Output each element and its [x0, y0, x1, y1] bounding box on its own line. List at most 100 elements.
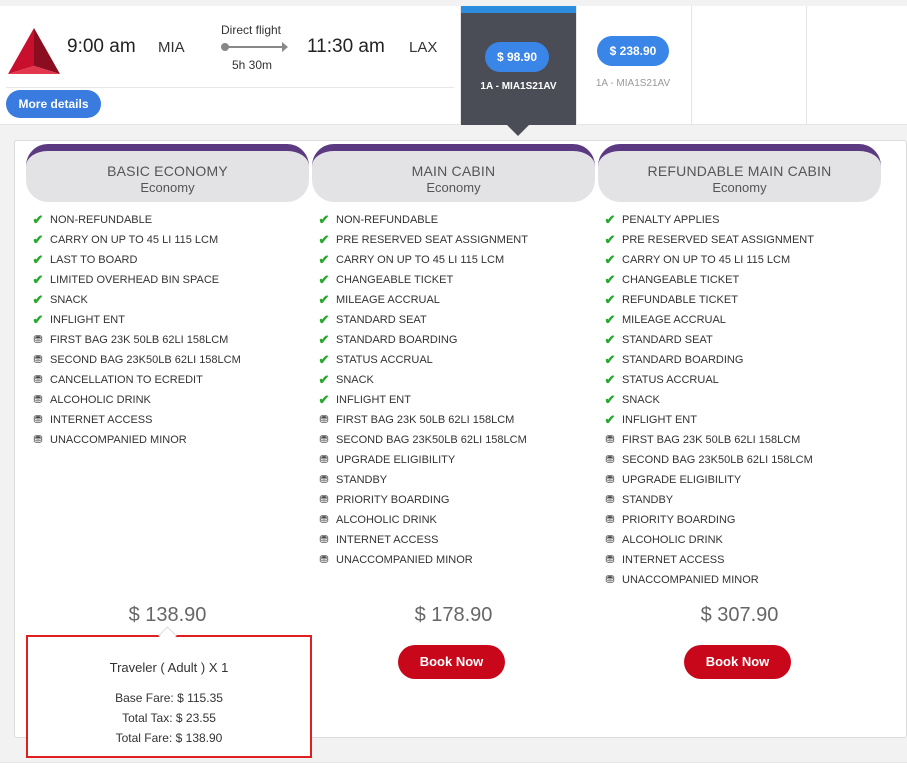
- fare-feature: ⛃ INTERNET ACCESS: [317, 530, 528, 550]
- fare-feature-label: REFUNDABLE TICKET: [622, 294, 738, 306]
- fare-feature: ✔ MILEAGE ACCRUAL: [317, 290, 528, 310]
- check-icon: ✔: [604, 232, 616, 247]
- book-now-button[interactable]: Book Now: [684, 645, 791, 679]
- fare-feature-label: PENALTY APPLIES: [622, 214, 720, 226]
- fare-feature: ✔ NON-REFUNDABLE: [317, 210, 528, 230]
- divider: [691, 6, 692, 125]
- fare-feature: ⛃ FIRST BAG 23K 50LB 62LI 158LCM: [603, 430, 814, 450]
- fare-feature: ✔ STANDARD BOARDING: [603, 350, 814, 370]
- check-icon: ✔: [604, 272, 616, 287]
- money-icon: ⛃: [319, 434, 329, 446]
- check-icon: ✔: [318, 212, 330, 227]
- fare-feature: ⛃ CANCELLATION TO ECREDIT: [31, 370, 241, 390]
- fare-feature-label: ALCOHOLIC DRINK: [50, 394, 151, 406]
- fare-feature: ✔ STANDARD SEAT: [317, 310, 528, 330]
- fare-column-selected[interactable]: $ 98.90 1A - MIA1S21AV: [461, 6, 576, 136]
- flight-duration: 5h 30m: [232, 58, 273, 72]
- check-icon: ✔: [32, 212, 44, 227]
- fare-features-main-cabin: ✔ NON-REFUNDABLE ✔ PRE RESERVED SEAT ASSIGN…: [317, 210, 528, 570]
- fare-feature-label: MILEAGE ACCRUAL: [336, 294, 440, 306]
- fare-feature: ✔ NON-REFUNDABLE: [31, 210, 241, 230]
- fare-feature-label: INFLIGHT ENT: [336, 394, 411, 406]
- fare-feature: ✔ CHANGEABLE TICKET: [317, 270, 528, 290]
- fare-feature-label: UNACCOMPANIED MINOR: [336, 554, 473, 566]
- fare-feature-label: INTERNET ACCESS: [336, 534, 439, 546]
- fare-feature-label: CARRY ON UP TO 45 LI 115 LCM: [336, 254, 505, 266]
- check-icon: ✔: [604, 212, 616, 227]
- fare-feature-label: STATUS ACCRUAL: [622, 374, 719, 386]
- check-icon: ✔: [318, 392, 330, 407]
- fare-feature-label: UPGRADE ELIGIBILITY: [622, 474, 742, 486]
- fare-total-price: $ 307.90: [700, 604, 779, 626]
- fare-feature-label: STANDARD SEAT: [336, 314, 427, 326]
- fare-price-pill[interactable]: $ 238.90: [597, 36, 669, 66]
- fare-tab-main-cabin: MAIN CABIN Economy: [312, 144, 595, 202]
- fare-feature: ✔ PENALTY APPLIES: [603, 210, 814, 230]
- money-icon: ⛃: [33, 354, 43, 366]
- fare-feature: ⛃ UNACCOMPANIED MINOR: [317, 550, 528, 570]
- check-icon: ✔: [32, 272, 44, 287]
- fare-feature: ✔ LAST TO BOARD: [31, 250, 241, 270]
- fare-feature: ⛃ UNACCOMPANIED MINOR: [603, 570, 814, 590]
- fare-cabin: Economy: [426, 180, 481, 195]
- fare-feature-label: UNACCOMPANIED MINOR: [50, 434, 187, 446]
- fare-feature: ⛃ SECOND BAG 23K50LB 62LI 158LCM: [603, 450, 814, 470]
- fare-feature-label: PRIORITY BOARDING: [336, 494, 450, 506]
- fare-feature-label: UPGRADE ELIGIBILITY: [336, 454, 456, 466]
- fare-feature: ✔ LIMITED OVERHEAD BIN SPACE: [31, 270, 241, 290]
- money-icon: ⛃: [33, 374, 43, 386]
- divider: [806, 6, 807, 125]
- check-icon: ✔: [604, 412, 616, 427]
- flight-summary-row: 9:00 am MIA Direct flight 5h 30m 11:30 a…: [0, 6, 907, 136]
- fare-feature: ✔ CARRY ON UP TO 45 LI 115 LCM: [317, 250, 528, 270]
- route-arrow-icon: [221, 42, 288, 52]
- fare-feature-label: FIRST BAG 23K 50LB 62LI 158LCM: [336, 414, 515, 426]
- fare-feature-label: SECOND BAG 23K50LB 62LI 158LCM: [50, 354, 241, 366]
- fare-feature: ⛃ UPGRADE ELIGIBILITY: [603, 470, 814, 490]
- fare-price-pill[interactable]: $ 98.90: [485, 42, 549, 72]
- fare-feature-label: CARRY ON UP TO 45 LI 115 LCM: [622, 254, 791, 266]
- fare-feature: ⛃ PRIORITY BOARDING: [603, 510, 814, 530]
- fare-feature-label: LIMITED OVERHEAD BIN SPACE: [50, 274, 220, 286]
- departure-time: 9:00 am: [67, 36, 136, 57]
- fare-feature-label: FIRST BAG 23K 50LB 62LI 158LCM: [50, 334, 229, 346]
- fare-feature-label: SECOND BAG 23K50LB 62LI 158LCM: [622, 454, 813, 466]
- money-icon: ⛃: [605, 454, 615, 466]
- total-fare: Total Fare: $ 138.90: [115, 731, 223, 745]
- fare-total-price[interactable]: $ 138.90: [26, 604, 309, 627]
- money-icon: ⛃: [605, 514, 615, 526]
- fare-feature: ✔ PRE RESERVED SEAT ASSIGNMENT: [317, 230, 528, 250]
- fare-feature-label: NON-REFUNDABLE: [336, 214, 439, 226]
- total-tax: Total Tax: $ 23.55: [122, 711, 216, 725]
- fare-cabin: Economy: [712, 180, 767, 195]
- next-result-row: [0, 762, 907, 773]
- divider: [6, 87, 454, 88]
- more-details-button[interactable]: More details: [6, 90, 101, 118]
- money-icon: ⛃: [319, 554, 329, 566]
- fare-feature: ⛃ FIRST BAG 23K 50LB 62LI 158LCM: [31, 330, 241, 350]
- fare-feature: ⛃ ALCOHOLIC DRINK: [603, 530, 814, 550]
- check-icon: ✔: [318, 252, 330, 267]
- money-icon: ⛃: [605, 534, 615, 546]
- fare-feature: ⛃ INTERNET ACCESS: [603, 550, 814, 570]
- fare-feature: ✔ SNACK: [603, 390, 814, 410]
- check-icon: ✔: [318, 332, 330, 347]
- fare-feature: ⛃ SECOND BAG 23K50LB 62LI 158LCM: [31, 350, 241, 370]
- fare-feature-label: FIRST BAG 23K 50LB 62LI 158LCM: [622, 434, 801, 446]
- fare-feature-label: PRE RESERVED SEAT ASSIGNMENT: [622, 234, 814, 246]
- fare-feature: ⛃ SECOND BAG 23K50LB 62LI 158LCM: [317, 430, 528, 450]
- money-icon: ⛃: [33, 334, 43, 346]
- fare-feature: ✔ STANDARD SEAT: [603, 330, 814, 350]
- fare-code: 1A - MIA1S21AV: [480, 81, 557, 92]
- check-icon: ✔: [32, 252, 44, 267]
- book-now-button[interactable]: Book Now: [398, 645, 505, 679]
- base-fare: Base Fare: $ 115.35: [115, 691, 223, 705]
- money-icon: ⛃: [605, 434, 615, 446]
- route-type: Direct flight: [221, 23, 282, 37]
- fare-feature-label: STANDARD BOARDING: [336, 334, 458, 346]
- divider: [576, 6, 577, 125]
- check-icon: ✔: [32, 232, 44, 247]
- money-icon: ⛃: [605, 554, 615, 566]
- money-icon: ⛃: [33, 434, 43, 446]
- fare-feature: ⛃ FIRST BAG 23K 50LB 62LI 158LCM: [317, 410, 528, 430]
